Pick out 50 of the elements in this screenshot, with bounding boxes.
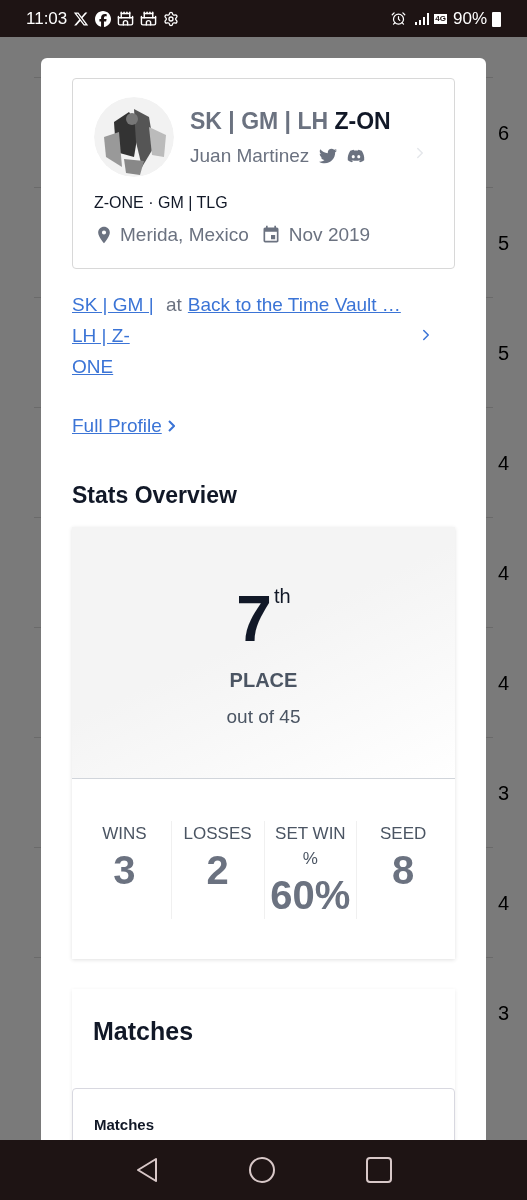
battery-icon	[492, 10, 501, 27]
home-icon[interactable]	[249, 1157, 276, 1183]
alarm-icon	[391, 11, 407, 26]
full-profile-link[interactable]: Full Profile	[72, 411, 175, 440]
placement-rank: 7	[236, 586, 272, 651]
table-cell-text: 4	[497, 451, 509, 476]
player-title: SK | GM | LH Z-ON	[190, 106, 392, 136]
back-icon[interactable]	[135, 1157, 160, 1183]
placement-total: out of 45	[226, 704, 301, 729]
bird-icon[interactable]	[319, 147, 338, 166]
stat-value: 60%	[270, 871, 351, 919]
section-title: Stats Overview	[72, 481, 238, 510]
table-cell-text: 3	[497, 781, 509, 806]
stat-value: 3	[113, 846, 136, 894]
event-link[interactable]: Back to the Time Vault …	[187, 288, 401, 320]
table-cell-text: 6	[497, 121, 509, 146]
section-title: Matches	[92, 1015, 195, 1047]
player-link[interactable]: SK | GM | LH | Z-ONE	[72, 288, 160, 382]
joined-date: Nov 2019	[288, 223, 371, 247]
table-cell-text: 5	[497, 341, 509, 366]
real-name: Juan Martinez	[190, 144, 310, 168]
x-logo-icon	[73, 10, 90, 27]
stat-label: WINS	[102, 822, 147, 845]
table-cell-text: 5	[497, 231, 509, 256]
table-cell-text: 4	[497, 891, 509, 916]
network-badge: 4G	[434, 13, 447, 24]
stat-label: LOSSES	[183, 822, 252, 845]
castle-icon	[117, 10, 135, 27]
status-time: 11:03	[26, 7, 68, 30]
placement-label: PLACE	[229, 667, 298, 693]
table-cell-text: 4	[497, 561, 509, 586]
facebook-icon	[95, 10, 112, 27]
castle-icon	[140, 10, 158, 27]
table-cell-text: 3	[497, 1001, 509, 1026]
at-text: at	[166, 292, 182, 317]
stat-value: 8	[392, 846, 415, 894]
stat-label: SET WIN %	[274, 822, 347, 870]
stat-value: 2	[206, 846, 229, 894]
signal-icon	[414, 11, 431, 26]
battery-percent: 90%	[452, 7, 487, 30]
chevron-icon	[167, 419, 175, 432]
stat-label: SEED	[379, 822, 427, 845]
location-text: Merida, Mexico	[120, 223, 249, 247]
placement-suffix: th	[273, 583, 291, 609]
profile-card[interactable]: SK | GM | LH Z-ON Juan Martinez Z-ONE · GM | TLG Merida, Mexico Nov 2019	[72, 78, 455, 269]
panel-title: Matches	[94, 1116, 155, 1133]
table-cell-text: 4	[497, 671, 509, 696]
settings-icon	[163, 10, 180, 27]
team-text: Z-ONE · GM | TLG	[94, 193, 229, 213]
recents-icon[interactable]	[365, 1157, 392, 1183]
